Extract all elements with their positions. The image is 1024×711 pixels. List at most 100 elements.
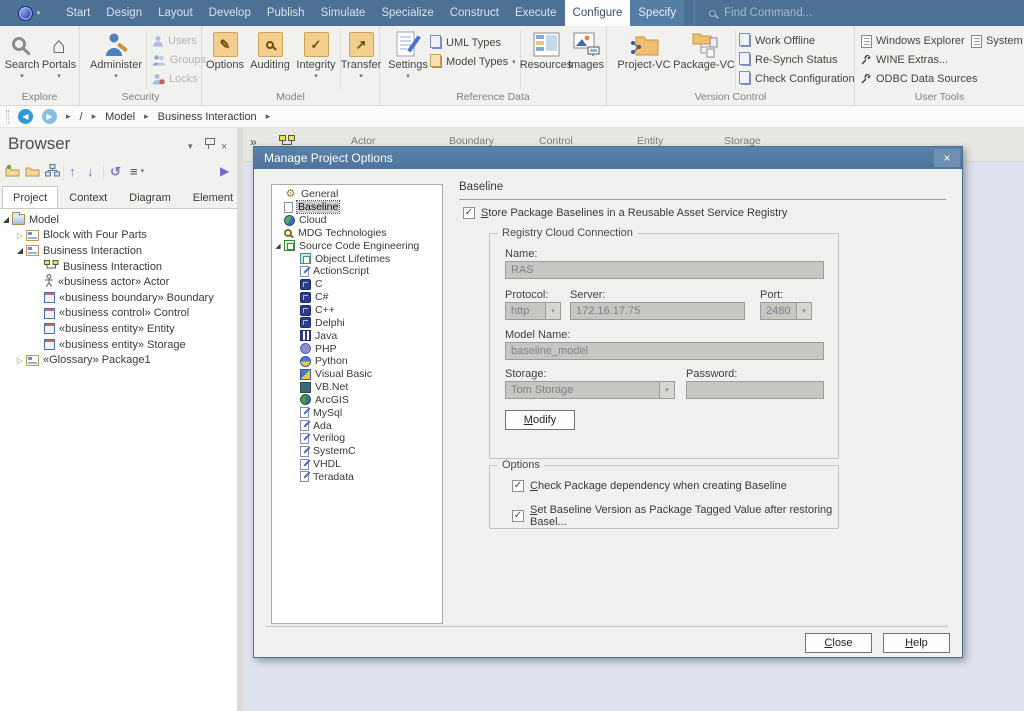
expand-panel-button[interactable]: ▶ xyxy=(220,164,229,178)
hamburger-menu-button[interactable]: ≡ ▾ xyxy=(130,164,144,179)
chevron-down-icon[interactable]: ▾ xyxy=(796,303,811,319)
tab-project[interactable]: Project xyxy=(2,186,58,208)
wine-extras-button[interactable]: WINE Extras... xyxy=(861,52,948,68)
options-item-php[interactable]: PHP xyxy=(272,342,442,355)
panel-menu-chevron-icon[interactable]: ▾ xyxy=(188,141,193,152)
ribbon-tab-develop[interactable]: Develop xyxy=(201,0,259,26)
dialog-titlebar[interactable]: Manage Project Options × xyxy=(254,147,962,169)
resources-button[interactable]: Resources xyxy=(522,30,570,72)
options-item-java[interactable]: Java xyxy=(272,329,442,342)
options-item-actionscript[interactable]: ActionScript xyxy=(272,265,442,278)
breadcrumb-arrow-icon[interactable]: ▸ xyxy=(144,111,149,122)
options-item-delphi[interactable]: Delphi xyxy=(272,316,442,329)
check-configuration-button[interactable]: Check Configuration xyxy=(741,71,855,87)
close-icon[interactable]: × xyxy=(221,141,227,153)
options-item-vbnet[interactable]: VB.Net xyxy=(272,381,442,394)
breadcrumb-arrow-icon[interactable]: ▸ xyxy=(66,111,71,122)
tab-element[interactable]: Element xyxy=(182,186,244,208)
find-command-box[interactable]: Find Command... xyxy=(694,0,1024,26)
model-name-field[interactable]: baseline_model xyxy=(505,342,824,360)
users-button[interactable]: Users xyxy=(152,33,197,49)
transfer-button[interactable]: ↗ Transfer ▾ xyxy=(342,30,380,81)
windows-explorer-button[interactable]: Windows Explorer xyxy=(861,33,965,49)
breadcrumb-item-model[interactable]: Model xyxy=(105,111,135,123)
options-item-cloud[interactable]: Cloud xyxy=(272,214,442,227)
options-item-baseline[interactable]: Baseline xyxy=(272,201,442,214)
move-down-button[interactable]: ↓ xyxy=(87,164,94,179)
close-button[interactable]: Close xyxy=(805,633,872,653)
navigate-back-button[interactable]: ◀ xyxy=(18,109,33,124)
storage-select[interactable]: Tom Storage ▾ xyxy=(505,381,675,399)
server-field[interactable]: 172.16.17.75 xyxy=(570,302,745,320)
app-menu-button[interactable]: ▾ xyxy=(0,0,58,26)
tree-item-model[interactable]: ◢ Model xyxy=(0,212,237,228)
new-package-button[interactable] xyxy=(5,164,20,177)
breadcrumb-root[interactable]: / xyxy=(80,111,83,123)
panel-splitter[interactable] xyxy=(237,128,243,711)
ribbon-tab-layout[interactable]: Layout xyxy=(150,0,201,26)
system-button[interactable]: System I xyxy=(971,33,1024,49)
options-item-systemc[interactable]: SystemC xyxy=(272,445,442,458)
ribbon-tab-specialize[interactable]: Specialize xyxy=(373,0,441,26)
tree-item-glossary-package1[interactable]: ▷ «Glossary» Package1 xyxy=(0,352,237,368)
project-vc-button[interactable]: Project-VC xyxy=(615,30,673,72)
ribbon-tab-construct[interactable]: Construct xyxy=(442,0,507,26)
open-package-button[interactable] xyxy=(25,164,40,177)
options-item-object-lifetimes[interactable]: Object Lifetimes xyxy=(272,252,442,265)
check-dependency-checkbox[interactable]: ✓ Check Package dependency when creating… xyxy=(512,480,787,492)
locks-button[interactable]: Locks xyxy=(152,71,198,87)
expander-closed-icon[interactable]: ▷ xyxy=(14,356,26,365)
store-baselines-checkbox[interactable]: ✓ Store Package Baselines in a Reusable … xyxy=(463,207,787,219)
breadcrumb-item-business-interaction[interactable]: Business Interaction xyxy=(158,111,257,123)
options-item-c[interactable]: C xyxy=(272,278,442,291)
tree-item-block-with-four-parts[interactable]: ▷ Block with Four Parts xyxy=(0,228,237,244)
password-field[interactable] xyxy=(686,381,824,399)
protocol-select[interactable]: http ▾ xyxy=(505,302,561,320)
options-item-verilog[interactable]: Verilog xyxy=(272,432,442,445)
portals-button[interactable]: ⌂ Portals ▾ xyxy=(41,30,77,81)
chevron-down-icon[interactable]: ▾ xyxy=(659,382,674,398)
odbc-data-sources-button[interactable]: ODBC Data Sources xyxy=(861,71,977,87)
model-hierarchy-button[interactable] xyxy=(45,164,60,177)
tree-item-business-interaction-package[interactable]: ◢ Business Interaction xyxy=(0,243,237,259)
ribbon-tab-start[interactable]: Start xyxy=(58,0,98,26)
options-item-teradata[interactable]: Teradata xyxy=(272,471,442,484)
search-button[interactable]: Search ▾ xyxy=(4,30,40,81)
options-button[interactable]: ✎ Options xyxy=(204,30,246,72)
options-item-source-code-engineering[interactable]: ◢Source Code Engineering xyxy=(272,239,442,252)
ribbon-tab-specify[interactable]: Specify xyxy=(630,0,684,26)
options-item-mysql[interactable]: MySql xyxy=(272,406,442,419)
options-item-vhdl[interactable]: VHDL xyxy=(272,458,442,471)
ribbon-tab-design[interactable]: Design xyxy=(98,0,150,26)
ribbon-tab-simulate[interactable]: Simulate xyxy=(313,0,374,26)
model-types-button[interactable]: Model Types ▾ xyxy=(432,54,516,70)
name-field[interactable]: RAS xyxy=(505,261,824,279)
administer-button[interactable]: Administer ▾ xyxy=(88,30,144,81)
navigate-forward-button[interactable]: ▶ xyxy=(42,109,57,124)
modify-button[interactable]: Modify xyxy=(505,410,575,430)
expander-open-icon[interactable]: ◢ xyxy=(272,242,284,250)
options-item-python[interactable]: Python xyxy=(272,355,442,368)
integrity-button[interactable]: ✓ Integrity ▾ xyxy=(294,30,338,81)
breadcrumb-arrow-icon[interactable]: ▸ xyxy=(266,111,271,122)
tree-item-boundary[interactable]: «business boundary» Boundary xyxy=(0,290,237,306)
expander-open-icon[interactable]: ◢ xyxy=(0,215,12,224)
tree-item-actor[interactable]: «business actor» Actor xyxy=(0,274,237,290)
options-item-ada[interactable]: Ada xyxy=(272,419,442,432)
ribbon-tab-publish[interactable]: Publish xyxy=(259,0,313,26)
port-select[interactable]: 2480 ▾ xyxy=(760,302,812,320)
expander-closed-icon[interactable]: ▷ xyxy=(14,231,26,240)
options-item-visual-basic[interactable]: Visual Basic xyxy=(272,368,442,381)
set-baseline-version-checkbox[interactable]: ✓ Set Baseline Version as Package Tagged… xyxy=(512,504,838,528)
breadcrumb-arrow-icon[interactable]: ▸ xyxy=(92,111,97,122)
images-button[interactable]: Images xyxy=(568,30,604,72)
chevron-down-icon[interactable]: ▾ xyxy=(545,303,560,319)
ribbon-tab-configure[interactable]: Configure xyxy=(565,0,631,26)
settings-button[interactable]: Settings ▾ xyxy=(386,30,430,81)
options-item-general[interactable]: ⚙General xyxy=(272,188,442,201)
help-button[interactable]: Help xyxy=(883,633,950,653)
ribbon-tab-execute[interactable]: Execute xyxy=(507,0,565,26)
options-item-arcgis[interactable]: ArcGIS xyxy=(272,394,442,407)
resynch-status-button[interactable]: Re-Synch Status xyxy=(741,52,838,68)
tab-diagram[interactable]: Diagram xyxy=(118,186,182,208)
